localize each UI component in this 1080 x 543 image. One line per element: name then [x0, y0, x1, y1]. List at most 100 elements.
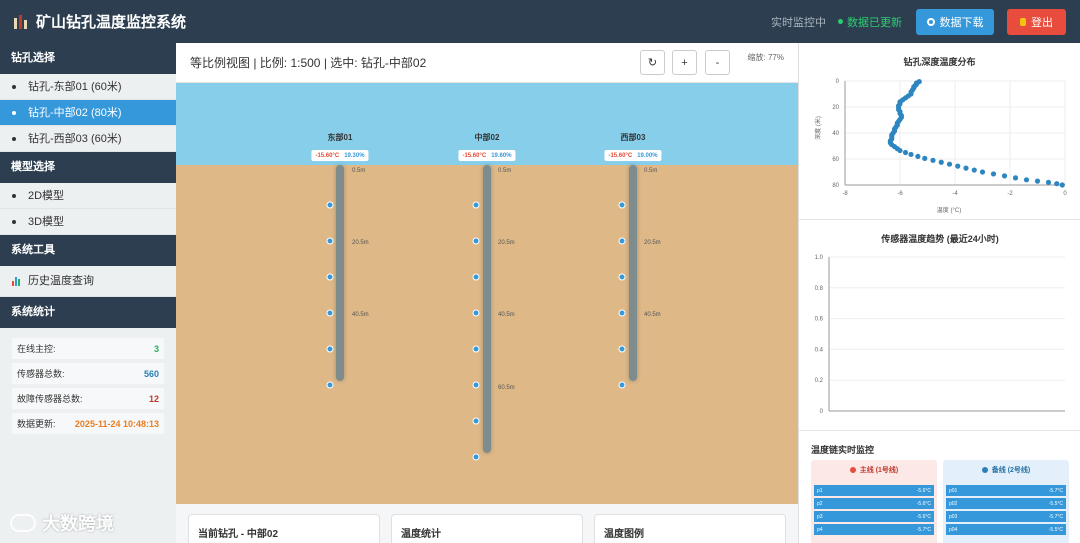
refresh-button[interactable]: ↻	[640, 50, 665, 75]
data-point	[1054, 181, 1060, 187]
depth-label: 40.5m	[498, 312, 515, 318]
sidebar-item-history-query[interactable]: 历史温度查询	[0, 266, 176, 297]
data-point	[1045, 179, 1052, 185]
sensor-node[interactable]	[326, 309, 334, 317]
bullet-icon	[12, 193, 16, 198]
sensor-node[interactable]	[472, 345, 480, 353]
temperature-stats-card: 温度统计	[391, 514, 583, 543]
data-point	[1001, 173, 1008, 179]
bullet-icon	[12, 219, 16, 224]
borehole-pipe-mid02[interactable]	[483, 165, 491, 453]
sensor-node[interactable]	[326, 345, 334, 353]
view-toolbar: 等比例视图 | 比例: 1:500 | 选中: 钻孔-中部02 ↻ + - 缩放…	[176, 43, 798, 83]
sidebar-item-label: 钻孔-东部01 (60米)	[28, 80, 122, 93]
depth-label: 40.5m	[352, 312, 369, 318]
borehole-pipe-west03[interactable]	[629, 165, 637, 381]
sensor-node[interactable]	[472, 201, 480, 209]
data-point	[1034, 178, 1041, 184]
sensor-id: p04	[949, 526, 958, 533]
sensor-row[interactable]: p03 -5.7°C	[946, 511, 1066, 522]
sensor-node[interactable]	[618, 381, 626, 389]
sensor-value: -5.5°C	[1048, 500, 1063, 507]
sensor-id: p2	[817, 500, 823, 507]
sensor-node[interactable]	[618, 237, 626, 245]
sidebar-item-2d-model[interactable]: 2D模型	[0, 183, 176, 209]
zoom-in-button[interactable]: +	[672, 50, 697, 75]
humidity-value: 19.30%	[344, 152, 365, 159]
sensor-value: -5.6°C	[916, 513, 931, 520]
sidebar-item-borehole-west03[interactable]: 钻孔-西部03 (60米)	[0, 126, 176, 152]
sensor-row[interactable]: p01 -5.7°C	[946, 485, 1066, 496]
borehole-canvas[interactable]: 东部01 -15.60°C 19.30% 0.5m 20.5m 40.5m 中部0…	[176, 83, 798, 504]
temp-value: -15.60°C	[462, 152, 487, 159]
zoom-out-button[interactable]: -	[705, 50, 730, 75]
borehole-section-title: 钻孔选择	[0, 43, 176, 74]
y-tick-label: 40	[832, 131, 839, 137]
watermark-text: 大数跨境	[42, 514, 114, 534]
sensor-node[interactable]	[472, 237, 480, 245]
borehole-pipe-east01[interactable]	[336, 165, 344, 381]
data-point	[897, 147, 903, 154]
y-tick-label: 1.0	[815, 255, 824, 261]
y-tick-label: 0.4	[815, 347, 824, 353]
data-point	[922, 155, 928, 161]
stat-online-controllers: 在线主控: 3	[12, 338, 164, 359]
sensor-node[interactable]	[618, 309, 626, 317]
depth-label: 20.5m	[498, 240, 515, 246]
app-title: 矿山钻孔温度监控系统	[36, 14, 187, 31]
depth-label: 0.5m	[498, 168, 512, 174]
stat-label: 传感器总数:	[17, 369, 65, 379]
sensor-row[interactable]: p4 -5.7°C	[814, 524, 934, 535]
sensor-row[interactable]: p2 -5.6°C	[814, 498, 934, 509]
info-cards: 当前钻孔 - 中部02 温度统计 温度图例	[176, 504, 798, 543]
sensor-node[interactable]	[326, 273, 334, 281]
sensor-row[interactable]: p04 -5.5°C	[946, 524, 1066, 535]
sensor-node[interactable]	[326, 201, 334, 209]
depth-label: 0.5m	[644, 168, 658, 174]
sensor-node[interactable]	[618, 273, 626, 281]
sensor-id: p02	[949, 500, 958, 507]
y-tick-label: 80	[832, 183, 839, 189]
data-point	[990, 171, 997, 177]
zoom-level: 缩放: 77%	[747, 53, 784, 62]
watermark-logo: 大数跨境	[10, 510, 114, 536]
sensor-node[interactable]	[618, 201, 626, 209]
sensor-value: -5.6°C	[916, 500, 931, 507]
door-icon	[1020, 17, 1026, 26]
data-point	[946, 161, 953, 167]
sensor-node[interactable]	[472, 273, 480, 281]
bullet-icon	[12, 84, 16, 89]
main-view: 等比例视图 | 比例: 1:500 | 选中: 钻孔-中部02 ↻ + - 缩放…	[176, 43, 798, 543]
sidebar-item-3d-model[interactable]: 3D模型	[0, 209, 176, 235]
y-tick-label: 0	[820, 409, 824, 415]
x-tick-label: -4	[952, 191, 958, 197]
sensor-node[interactable]	[326, 237, 334, 245]
mine-logo-icon	[14, 14, 28, 29]
sidebar-item-borehole-east01[interactable]: 钻孔-东部01 (60米)	[0, 74, 176, 100]
data-updated-status: 数据已更新	[847, 16, 902, 29]
download-button[interactable]: 数据下载	[916, 8, 994, 35]
bullet-icon	[12, 110, 16, 115]
sensor-node[interactable]	[472, 381, 480, 389]
logout-button[interactable]: 登出	[1007, 8, 1066, 35]
sensor-node[interactable]	[326, 381, 334, 389]
sensor-row[interactable]: p1 -5.6°C	[814, 485, 934, 496]
data-point	[979, 169, 986, 175]
humidity-value: 19.00%	[637, 152, 658, 159]
data-point	[963, 165, 969, 171]
sensor-node[interactable]	[618, 345, 626, 353]
sidebar-item-borehole-mid02[interactable]: 钻孔-中部02 (80米)	[0, 100, 176, 126]
temp-value: -15.60°C	[315, 152, 340, 159]
stat-label: 故障传感器总数:	[17, 394, 83, 404]
sensor-node[interactable]	[472, 453, 480, 461]
y-axis-label: 深度 (米)	[814, 116, 822, 140]
sensor-row[interactable]: p3 -5.6°C	[814, 511, 934, 522]
sensor-row[interactable]: p02 -5.5°C	[946, 498, 1066, 509]
sensor-node[interactable]	[472, 309, 480, 317]
branch-line-label: 备线 (2号线)	[991, 467, 1031, 474]
tools-section-title: 系统工具	[0, 235, 176, 266]
sensor-node[interactable]	[472, 417, 480, 425]
depth-temperature-chart: -8 -6 -4 -2 0 0 20 40 60 80 温度 (°C) 深度 (米)	[814, 79, 1067, 214]
current-borehole-card: 当前钻孔 - 中部02	[188, 514, 380, 543]
download-button-label: 数据下载	[939, 16, 984, 29]
